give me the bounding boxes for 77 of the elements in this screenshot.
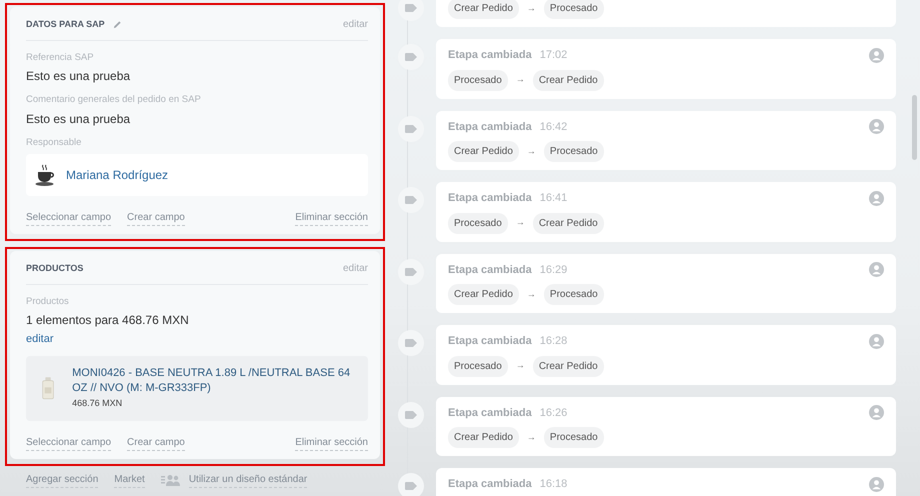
tag-icon: [405, 339, 417, 347]
stage-badge: Crear Pedido: [532, 70, 604, 90]
stage-badge: Crear Pedido: [448, 141, 519, 162]
event-title: Etapa cambiada: [448, 48, 532, 63]
event-title: Etapa cambiada: [448, 406, 532, 420]
event-time: 17:02: [540, 48, 568, 63]
stage-badge: Procesado: [544, 427, 604, 448]
field-value: Esto es una prueba: [26, 68, 132, 86]
stage-badge: Crear Pedido: [448, 284, 519, 305]
stage-badge: Procesado: [544, 284, 604, 305]
arrow: →: [526, 288, 536, 301]
field-label: Responsable: [26, 136, 82, 150]
arrow: →: [516, 73, 525, 86]
user-avatar-icon[interactable]: [869, 48, 884, 63]
field-value: 1 elementos para 468.76 MXN: [26, 312, 190, 329]
stage-badge: Crear Pedido: [532, 356, 604, 376]
field-value: Esto es una prueba: [26, 110, 132, 128]
user-avatar-icon[interactable]: [869, 119, 884, 134]
user-avatar-icon[interactable]: [869, 405, 884, 420]
edit-link[interactable]: editar: [342, 260, 368, 276]
stage-badge: Procesado: [544, 0, 604, 19]
stage-badge: Crear Pedido: [448, 427, 519, 448]
field-label: Productos: [26, 294, 70, 309]
field-label: Referencia SAP: [26, 51, 95, 65]
arrow: →: [526, 430, 536, 444]
stage-badge: Procesado: [448, 70, 508, 90]
event-time: 16:41: [540, 191, 568, 206]
event-time: 16:28: [540, 334, 568, 349]
arrow: →: [516, 359, 525, 372]
event-time: 16:29: [540, 262, 568, 278]
users-icon: [160, 474, 181, 486]
tag-icon: [405, 268, 417, 276]
stage-badge: Crear Pedido: [448, 0, 519, 19]
tag-icon: [405, 53, 417, 61]
footer-link[interactable]: Crear campo: [127, 210, 185, 226]
event-time: 16:18: [540, 477, 568, 492]
event-title: Etapa cambiada: [448, 120, 532, 134]
user-avatar-icon[interactable]: [869, 262, 884, 278]
footer-link[interactable]: Agregar sección: [26, 472, 98, 488]
stage-badge: Crear Pedido: [532, 212, 604, 234]
user-link[interactable]: Mariana Rodríguez: [66, 166, 168, 184]
product-price: 468.76 MXN: [72, 397, 124, 410]
section-title: PRODUCTOS: [26, 262, 84, 274]
standard-design-link[interactable]: Utilizar un diseño estándar: [188, 472, 308, 488]
edit-link[interactable]: editar: [26, 333, 54, 345]
user-avatar-icon[interactable]: [869, 476, 884, 492]
event-title: Etapa cambiada: [448, 191, 532, 206]
stage-badge: Procesado: [448, 356, 508, 376]
event-title: Etapa cambiada: [448, 262, 532, 278]
product-name[interactable]: MONI0426 - BASE NEUTRA 1.89 L /NEUTRAL BASE 64 OZ // NVO (M: M-GR333FP): [72, 366, 354, 398]
tag-icon: [405, 482, 417, 490]
edit-link[interactable]: editar: [342, 17, 368, 32]
user-avatar-icon[interactable]: [869, 190, 884, 206]
arrow: →: [526, 2, 536, 15]
tag-icon: [405, 124, 417, 132]
event-time: 16:42: [540, 120, 568, 134]
footer-link[interactable]: Market: [114, 472, 145, 488]
section-title: DATOS PARA SAP: [26, 18, 105, 31]
footer-link[interactable]: Seleccionar campo: [26, 210, 112, 226]
delete-section-link[interactable]: Eliminar sección: [295, 434, 368, 451]
tag-icon: [405, 4, 417, 12]
tag-icon: [405, 196, 417, 204]
arrow: →: [526, 144, 536, 158]
stage-badge: Procesado: [448, 212, 508, 234]
delete-section-link[interactable]: Eliminar sección: [295, 210, 368, 226]
event-title: Etapa cambiada: [448, 477, 532, 492]
arrow: →: [516, 216, 525, 230]
footer-link[interactable]: Seleccionar campo: [26, 434, 112, 451]
stage-badge: Procesado: [544, 141, 604, 162]
event-title: Etapa cambiada: [448, 334, 532, 349]
event-time: 16:26: [540, 406, 568, 420]
footer-link[interactable]: Crear campo: [127, 434, 185, 451]
user-avatar-icon[interactable]: [869, 334, 884, 349]
field-label: Comentario generales del pedido en SAP: [26, 93, 202, 108]
pencil-icon[interactable]: [112, 20, 122, 29]
scrollbar-thumb[interactable]: [912, 95, 917, 160]
tag-icon: [405, 410, 417, 418]
